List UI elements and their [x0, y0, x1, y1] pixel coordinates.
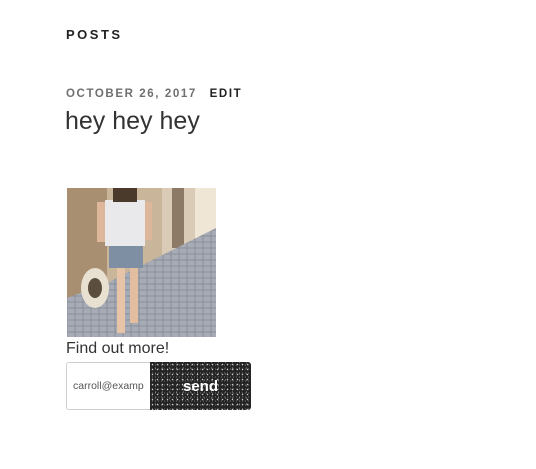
email-input[interactable] — [66, 362, 150, 410]
cta-text: Find out more! — [66, 340, 170, 357]
send-button[interactable]: send — [150, 362, 251, 410]
post-image — [67, 188, 216, 337]
post-title[interactable]: hey hey hey — [65, 107, 200, 136]
post-date[interactable]: OCTOBER 26, 2017 — [66, 88, 197, 100]
post-meta: OCTOBER 26, 2017 EDIT — [66, 88, 242, 100]
edit-link[interactable]: EDIT — [210, 88, 243, 100]
section-title: POSTS — [66, 27, 123, 42]
